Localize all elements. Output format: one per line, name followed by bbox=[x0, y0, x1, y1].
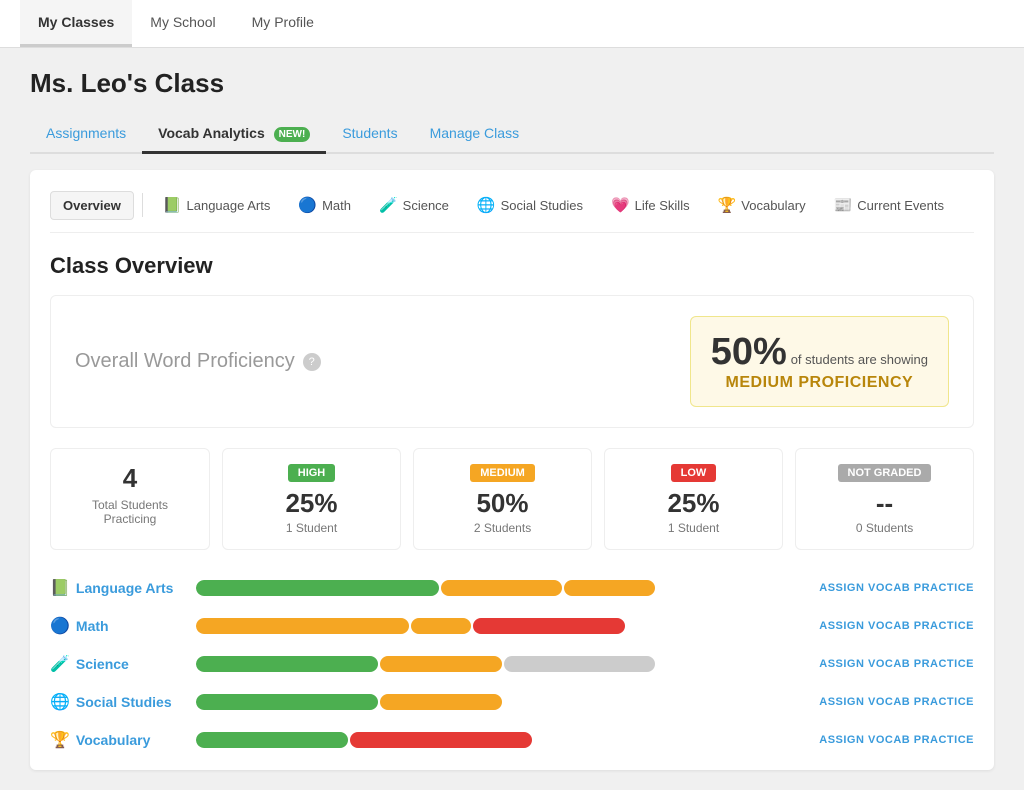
stat-high: HIGH 25% 1 Student bbox=[222, 448, 401, 550]
subject-name-vocabulary[interactable]: 🏆Vocabulary bbox=[50, 730, 180, 750]
subject-row: 🔵Math ASSIGN VOCAB PRACTICE bbox=[50, 616, 974, 636]
bar-segment bbox=[564, 580, 655, 596]
not-graded-value: -- bbox=[812, 488, 957, 519]
subject-icon: 📗 bbox=[50, 578, 70, 598]
stat-medium: MEDIUM 50% 2 Students bbox=[413, 448, 592, 550]
subject-name-science[interactable]: 🧪Science bbox=[50, 654, 180, 674]
proficiency-box: Overall Word Proficiency ? 50% of studen… bbox=[50, 295, 974, 428]
not-graded-students: 0 Students bbox=[812, 521, 957, 535]
subject-tab-language-arts[interactable]: 📗 Language Arts bbox=[151, 190, 283, 220]
bar-segment bbox=[380, 694, 501, 710]
tab-manage-class[interactable]: Manage Class bbox=[414, 115, 536, 154]
bar-container bbox=[196, 618, 803, 634]
not-graded-badge: NOT GRADED bbox=[838, 464, 932, 482]
subject-icon: 🌐 bbox=[50, 692, 70, 712]
nav-my-school[interactable]: My School bbox=[132, 0, 233, 47]
subject-name-social-studies[interactable]: 🌐Social Studies bbox=[50, 692, 180, 712]
overview-label: Overview bbox=[63, 198, 121, 213]
assign-vocab-btn-science[interactable]: ASSIGN VOCAB PRACTICE bbox=[819, 658, 974, 670]
medium-students: 2 Students bbox=[430, 521, 575, 535]
medium-badge: MEDIUM bbox=[470, 464, 535, 482]
subject-tabs: Overview 📗 Language Arts 🔵 Math 🧪 Scienc… bbox=[50, 190, 974, 233]
subject-icon: 🧪 bbox=[50, 654, 70, 674]
bar-container bbox=[196, 694, 803, 710]
subject-tab-overview[interactable]: Overview bbox=[50, 191, 134, 220]
stat-not-graded: NOT GRADED -- 0 Students bbox=[795, 448, 974, 550]
vocabulary-icon: 🏆 bbox=[718, 196, 737, 214]
bar-segment bbox=[196, 656, 378, 672]
low-badge: LOW bbox=[671, 464, 717, 482]
subject-icon: 🏆 bbox=[50, 730, 70, 750]
proficiency-label: Overall Word Proficiency ? bbox=[75, 350, 321, 373]
subject-row: 🧪Science ASSIGN VOCAB PRACTICE bbox=[50, 654, 974, 674]
tab-students[interactable]: Students bbox=[326, 115, 413, 154]
bar-segment bbox=[196, 580, 439, 596]
page-container: Ms. Leo's Class Assignments Vocab Analyt… bbox=[0, 48, 1024, 790]
high-percent: 25% bbox=[239, 488, 384, 519]
total-number: 4 bbox=[67, 463, 193, 494]
subject-tab-life-skills[interactable]: 💗 Life Skills bbox=[599, 190, 702, 220]
assign-vocab-btn-vocabulary[interactable]: ASSIGN VOCAB PRACTICE bbox=[819, 734, 974, 746]
high-students: 1 Student bbox=[239, 521, 384, 535]
new-badge: NEW! bbox=[274, 127, 311, 142]
bar-segment bbox=[473, 618, 625, 634]
top-nav: My Classes My School My Profile bbox=[0, 0, 1024, 48]
subject-icon: 🔵 bbox=[50, 616, 70, 636]
bar-segment bbox=[380, 656, 501, 672]
subject-tab-science[interactable]: 🧪 Science bbox=[367, 190, 461, 220]
stats-row: 4 Total Students Practicing HIGH 25% 1 S… bbox=[50, 448, 974, 550]
subject-tab-current-events[interactable]: 📰 Current Events bbox=[822, 190, 956, 220]
low-students: 1 Student bbox=[621, 521, 766, 535]
main-content: Overview 📗 Language Arts 🔵 Math 🧪 Scienc… bbox=[30, 170, 994, 770]
social-studies-icon: 🌐 bbox=[477, 196, 496, 214]
high-badge: HIGH bbox=[288, 464, 336, 482]
subject-row: 📗Language Arts ASSIGN VOCAB PRACTICE bbox=[50, 578, 974, 598]
bar-segment bbox=[196, 618, 409, 634]
bar-segment bbox=[350, 732, 532, 748]
proficiency-description: of students are showing bbox=[791, 352, 928, 367]
tab-divider bbox=[142, 193, 143, 217]
proficiency-percent: 50% bbox=[711, 331, 787, 373]
bar-segment bbox=[196, 694, 378, 710]
assign-vocab-btn-social-studies[interactable]: ASSIGN VOCAB PRACTICE bbox=[819, 696, 974, 708]
proficiency-result: 50% of students are showing MEDIUM PROFI… bbox=[690, 316, 949, 407]
current-events-icon: 📰 bbox=[834, 196, 853, 214]
help-icon[interactable]: ? bbox=[303, 353, 321, 371]
nav-my-classes[interactable]: My Classes bbox=[20, 0, 132, 47]
stat-low: LOW 25% 1 Student bbox=[604, 448, 783, 550]
bar-segment bbox=[411, 618, 472, 634]
subject-name-math[interactable]: 🔵Math bbox=[50, 616, 180, 636]
life-skills-icon: 💗 bbox=[611, 196, 630, 214]
section-title: Class Overview bbox=[50, 253, 974, 279]
science-icon: 🧪 bbox=[379, 196, 398, 214]
language-arts-icon: 📗 bbox=[163, 196, 182, 214]
assign-vocab-btn-language-arts[interactable]: ASSIGN VOCAB PRACTICE bbox=[819, 582, 974, 594]
subject-bars: 📗Language ArtsASSIGN VOCAB PRACTICE🔵Math… bbox=[50, 578, 974, 750]
tab-assignments[interactable]: Assignments bbox=[30, 115, 142, 154]
subject-name-language-arts[interactable]: 📗Language Arts bbox=[50, 578, 180, 598]
bar-segment bbox=[196, 732, 348, 748]
math-icon: 🔵 bbox=[298, 196, 317, 214]
bar-container bbox=[196, 656, 803, 672]
stat-total: 4 Total Students Practicing bbox=[50, 448, 210, 550]
bar-segment bbox=[504, 656, 656, 672]
subject-tab-vocabulary[interactable]: 🏆 Vocabulary bbox=[706, 190, 818, 220]
subject-row: 🌐Social Studies ASSIGN VOCAB PRACTICE bbox=[50, 692, 974, 712]
bar-segment bbox=[441, 580, 562, 596]
assign-vocab-btn-math[interactable]: ASSIGN VOCAB PRACTICE bbox=[819, 620, 974, 632]
total-label: Total Students Practicing bbox=[67, 498, 193, 526]
nav-my-profile[interactable]: My Profile bbox=[234, 0, 332, 47]
tab-vocab-analytics[interactable]: Vocab Analytics NEW! bbox=[142, 115, 326, 154]
subject-tab-math[interactable]: 🔵 Math bbox=[286, 190, 363, 220]
proficiency-level: MEDIUM PROFICIENCY bbox=[711, 374, 928, 392]
subject-tab-social-studies[interactable]: 🌐 Social Studies bbox=[465, 190, 595, 220]
subject-row: 🏆Vocabulary ASSIGN VOCAB PRACTICE bbox=[50, 730, 974, 750]
low-percent: 25% bbox=[621, 488, 766, 519]
bar-container bbox=[196, 732, 803, 748]
medium-percent: 50% bbox=[430, 488, 575, 519]
bar-container bbox=[196, 580, 803, 596]
sub-tabs: Assignments Vocab Analytics NEW! Student… bbox=[30, 115, 994, 154]
page-title: Ms. Leo's Class bbox=[30, 68, 994, 99]
